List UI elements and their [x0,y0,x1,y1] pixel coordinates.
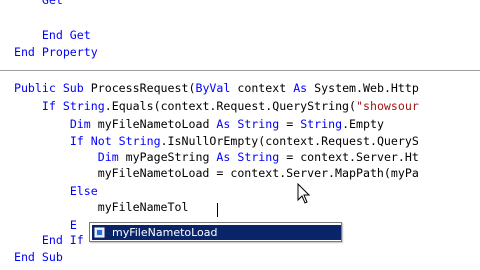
code-line[interactable]: If String.Equals(context.Request.QuerySt… [0,98,480,114]
intellisense-item-label: myFileNametoLoad [112,226,218,239]
code-keyword: Public Sub [13,81,84,95]
code-keyword: As [293,81,308,95]
code-line[interactable]: End Property [0,44,480,60]
code-text: myFileNametoLoad = context.Server.MapPat… [0,166,419,180]
code-text: context [230,81,294,95]
code-text: = context.Server.Ht [279,150,419,164]
code-keyword: End Sub [13,250,63,264]
intellisense-item-selected[interactable]: myFileNametoLoad [92,225,341,240]
code-line[interactable] [0,10,480,26]
code-text: System.Web.Http [307,81,419,95]
code-keyword: If [41,99,56,113]
code-text: myFileNametoLoad [90,117,217,131]
code-line[interactable]: End Get [0,27,480,43]
code-line[interactable] [0,63,480,79]
code-keyword: As String [216,150,280,164]
code-line[interactable]: Else [0,183,480,199]
code-line[interactable]: myFileNameTol [0,199,480,215]
code-line[interactable]: Dim myFileNametoLoad As String = String.… [0,116,480,132]
code-keyword: End If [41,233,84,247]
code-keyword: E [69,218,77,232]
code-string: "showsour [356,99,419,113]
code-text: .Equals(context.Request.QueryString( [104,99,357,113]
code-line[interactable]: myFileNametoLoad = context.Server.MapPat… [0,165,480,181]
code-keyword: Else [69,184,98,198]
code-keyword: ByVal [195,81,231,95]
code-line[interactable]: Public Sub ProcessRequest(ByVal context … [0,80,480,96]
code-keyword: End Get [41,28,91,42]
text-caret [217,203,218,217]
code-keyword: String [300,117,343,131]
code-text: .Empty [342,117,384,131]
code-keyword: End Property [13,45,98,59]
code-keyword: String [62,99,105,113]
code-keyword: Dim [69,117,91,131]
code-line[interactable]: Dim myPageString As String = context.Ser… [0,149,480,165]
code-text: myPageString [118,150,217,164]
code-keyword: Get [41,0,63,7]
code-text: .IsNullOrEmpty(context.Request.QueryS [160,134,419,148]
mouse-pointer-icon [297,183,311,204]
variable-icon [94,227,105,238]
code-line[interactable]: End Sub [0,249,480,265]
code-keyword: As String [216,117,280,131]
code-line[interactable]: Get [0,0,480,8]
intellisense-popup[interactable]: myFileNametoLoad [89,222,342,242]
code-line[interactable]: If Not String.IsNullOrEmpty(context.Requ… [0,133,480,149]
method-separator-line [0,70,480,71]
code-keyword: Dim [97,150,119,164]
code-text: ProcessRequest( [83,81,196,95]
code-text: myFileNameTol [0,200,189,214]
code-keyword: If Not String [69,134,161,148]
code-text: = [279,117,301,131]
